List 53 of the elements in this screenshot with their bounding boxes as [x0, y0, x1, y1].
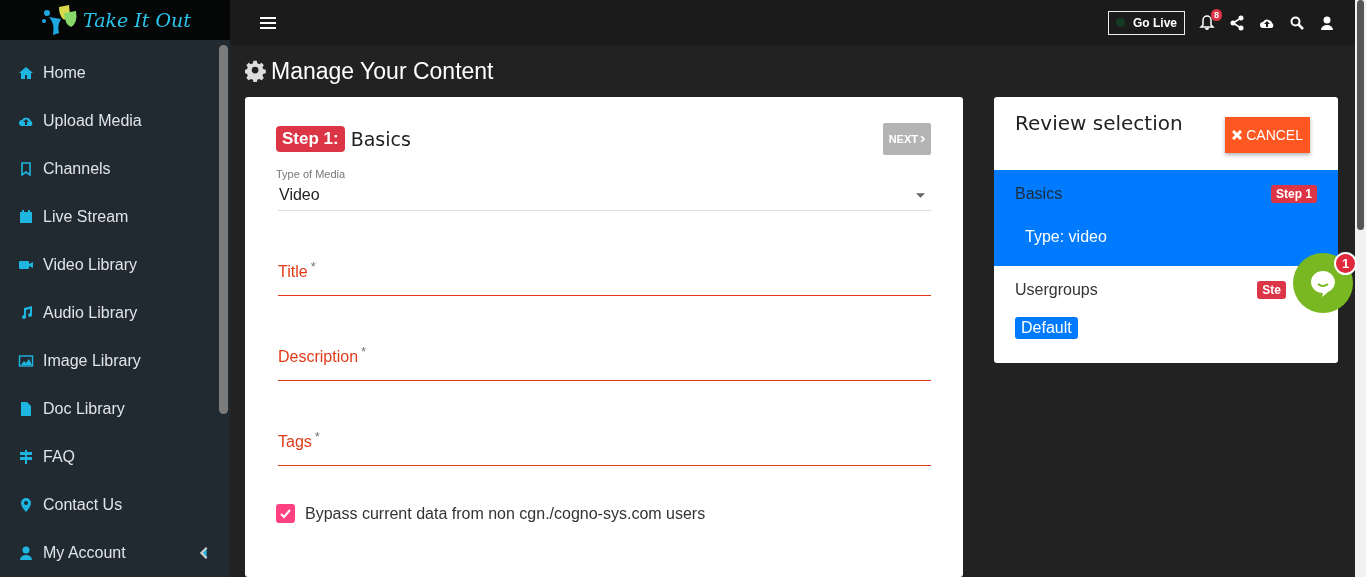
input-field[interactable]: Title *	[278, 250, 931, 296]
sidebar-item[interactable]: Audio Library	[0, 289, 230, 337]
review-section[interactable]: Basics Step 1 Type: video	[994, 170, 1338, 266]
page-title: Manage Your Content	[271, 57, 494, 85]
notification-badge: 8	[1211, 8, 1222, 21]
review-title: Review selection	[1015, 111, 1183, 135]
document-icon	[18, 401, 34, 417]
settings-icon	[245, 60, 267, 82]
home-icon	[18, 65, 34, 81]
bell-icon[interactable]	[1199, 14, 1215, 31]
sidebar-item[interactable]: Doc Library	[0, 385, 230, 433]
bookmark-icon	[18, 161, 34, 177]
scrollbar-thumb[interactable]	[219, 45, 228, 414]
step-title: Basics	[350, 128, 411, 150]
sidebar-item[interactable]: Home	[0, 49, 230, 97]
sidebar-item[interactable]: Upload Media	[0, 97, 230, 145]
section-name: Basics	[1015, 185, 1063, 203]
input-field[interactable]: Tags *	[278, 420, 931, 466]
media-type-select[interactable]: Video	[278, 180, 931, 211]
step-badge: Ste	[1257, 281, 1286, 299]
scrollbar-thumb[interactable]	[1357, 0, 1364, 230]
search-icon[interactable]	[1289, 14, 1305, 31]
checkbox-label: Bypass current data from non cgn./cogno-sys.com users	[305, 504, 706, 523]
close-icon	[1232, 130, 1243, 140]
section-name: Usergroups	[1015, 281, 1098, 299]
step-label: Step 1:	[276, 126, 345, 152]
sidebar-item[interactable]: Video Library	[0, 241, 230, 289]
input-field[interactable]: Description *	[278, 335, 931, 381]
sidebar-item[interactable]: My Account	[0, 529, 230, 577]
share-icon[interactable]	[1229, 14, 1245, 31]
image-icon	[18, 353, 34, 369]
check-icon	[279, 507, 292, 520]
signpost-icon	[18, 449, 34, 465]
theater-masks-icon	[39, 3, 79, 37]
usergroup-tag: Default	[1015, 317, 1078, 339]
calendar-icon	[18, 209, 34, 225]
sidebar-item[interactable]: Channels	[0, 145, 230, 193]
step-badge: Step 1	[1271, 185, 1317, 203]
review-section[interactable]: Usergroups Ste Default	[994, 266, 1288, 351]
sidebar-item[interactable]: Image Library	[0, 337, 230, 385]
user-icon	[18, 545, 34, 561]
menu-icon[interactable]	[260, 15, 276, 30]
sidebar-item[interactable]: Live Stream	[0, 193, 230, 241]
checkbox[interactable]	[276, 504, 295, 523]
dropdown-caret-icon	[916, 192, 925, 198]
go-live-button[interactable]: Go Live	[1108, 10, 1185, 35]
location-pin-icon	[18, 497, 34, 513]
field-label: Type of Media	[276, 168, 347, 180]
chevron-right-icon	[920, 135, 925, 143]
sidebar-item[interactable]: FAQ	[0, 433, 230, 481]
user-icon[interactable]	[1319, 14, 1335, 31]
sidebar-item[interactable]: Contact Us	[0, 481, 230, 529]
section-detail: Type: video	[1025, 228, 1108, 246]
